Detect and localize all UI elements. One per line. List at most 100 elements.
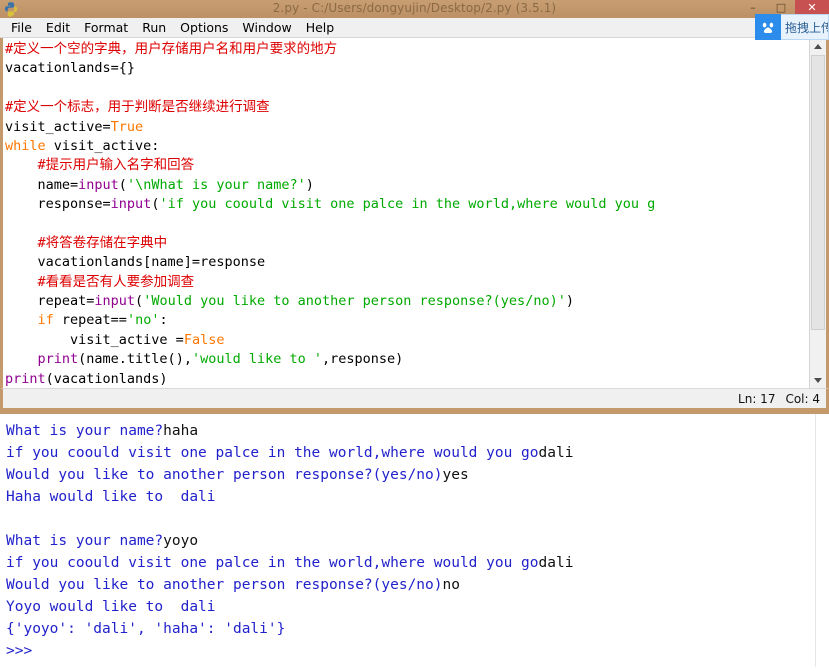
shell-line: {'yoyo': 'dali', 'haha': 'dali'} xyxy=(6,618,815,640)
code-token-plain: repeat== xyxy=(53,312,127,329)
code-token-string: 'would like to ' xyxy=(191,351,322,368)
title-bar[interactable]: 2.py - C:/Users/dongyujin/Desktop/2.py (… xyxy=(0,0,829,18)
scroll-down-arrow[interactable] xyxy=(810,372,826,388)
code-token-plain: vacationlands[name]=response xyxy=(5,254,266,271)
code-token-plain: (name.title(), xyxy=(78,351,192,368)
code-token-plain: ( xyxy=(135,293,144,310)
code-editor[interactable]: #定义一个空的字典，用户存储用户名和用户要求的地方 vacationlands={… xyxy=(3,38,809,388)
code-line: vacationlands[name]=response xyxy=(5,253,809,272)
line-indicator: Ln: 17 xyxy=(738,391,776,406)
shell-prompt-text: What is your name? xyxy=(6,423,164,439)
shell-vertical-scrollbar[interactable] xyxy=(815,414,829,667)
code-line: print(name.title(),'would like to ',resp… xyxy=(5,350,809,369)
code-token-comment: #看看是否有人要参加调查 xyxy=(5,273,195,290)
code-line: while visit_active: xyxy=(5,137,809,156)
code-line: #定义一个空的字典，用户存储用户名和用户要求的地方 xyxy=(5,40,809,59)
shell-line: Would you like to another person respons… xyxy=(6,464,815,486)
code-token-plain: name= xyxy=(5,176,79,193)
shell-line: if you coould visit one palce in the wor… xyxy=(6,552,815,574)
window-title: 2.py - C:/Users/dongyujin/Desktop/2.py (… xyxy=(272,1,557,15)
shell-user-input: yes xyxy=(442,467,469,483)
code-line: #提示用户输入名字和回答 xyxy=(5,156,809,175)
code-token-plain: visit_active: xyxy=(45,137,160,154)
netdisk-upload-widget[interactable]: 拖拽上传 xyxy=(755,14,829,40)
shell-line: if you coould visit one palce in the wor… xyxy=(6,442,815,464)
menu-item-edit[interactable]: Edit xyxy=(39,19,77,37)
minimize-button[interactable]: – xyxy=(739,0,767,14)
shell-user-input: dali xyxy=(538,445,574,461)
code-token-plain: visit_active = xyxy=(5,331,184,348)
code-line: #看看是否有人要参加调查 xyxy=(5,273,809,292)
shell-prompt-text: if you coould visit one palce in the wor… xyxy=(6,445,539,461)
menu-item-file[interactable]: File xyxy=(4,19,39,37)
editor-status-bar: Ln: 17 Col: 4 xyxy=(0,388,829,408)
code-line: name=input('\nWhat is your name?') xyxy=(5,176,809,195)
editor-pane: #定义一个空的字典，用户存储用户名和用户要求的地方 vacationlands={… xyxy=(0,38,829,388)
shell-user-input: haha xyxy=(163,423,199,439)
code-text[interactable]: #定义一个空的字典，用户存储用户名和用户要求的地方 vacationlands={… xyxy=(3,38,809,388)
code-token-builtin: input xyxy=(110,196,152,213)
shell-line: Would you like to another person respons… xyxy=(6,574,815,596)
code-line: response=input('if you coould visit one … xyxy=(5,195,809,214)
code-token-string: 'if you coould visit one palce in the wo… xyxy=(159,196,656,213)
code-token-comment: #定义一个空的字典，用户存储用户名和用户要求的地方 xyxy=(5,41,338,57)
code-token-string: 'Would you like to another person respon… xyxy=(143,293,566,310)
code-line: if repeat=='no': xyxy=(5,311,809,330)
code-token-keyword: False xyxy=(183,331,225,348)
shell-user-input: yoyo xyxy=(163,533,199,549)
scroll-up-arrow[interactable] xyxy=(810,38,826,54)
menu-item-format[interactable]: Format xyxy=(77,19,135,37)
code-token-plain: ) xyxy=(305,176,314,193)
code-token-plain: vacationlands={} xyxy=(5,60,136,77)
shell-prompt-text: if you coould visit one palce in the wor… xyxy=(6,555,539,571)
code-line: print(vacationlands) xyxy=(5,370,809,388)
code-token-plain: ( xyxy=(118,176,127,193)
code-token-comment: #将答卷存储在字典中 xyxy=(5,234,168,251)
shell-output[interactable]: What is your name?haha if you coould visi… xyxy=(0,414,815,667)
shell-line: What is your name?yoyo xyxy=(6,530,815,552)
close-button[interactable]: ✕ xyxy=(795,0,829,15)
shell-prompt-text: Yoyo would like to dali xyxy=(6,599,216,615)
code-token-keyword: if xyxy=(37,312,54,329)
menu-item-run[interactable]: Run xyxy=(135,19,173,37)
code-token-comment: #定义一个标志，用于判断是否继续进行调查 xyxy=(5,99,270,116)
code-token-plain: ) xyxy=(565,293,574,310)
code-token-keyword: while xyxy=(5,137,46,154)
code-token-plain: response= xyxy=(5,196,111,213)
menu-item-window[interactable]: Window xyxy=(235,19,298,37)
column-indicator: Col: 4 xyxy=(785,391,820,406)
shell-line: Haha would like to dali xyxy=(6,486,815,508)
code-token-keyword: True xyxy=(110,118,144,135)
idle-window: 2.py - C:/Users/dongyujin/Desktop/2.py (… xyxy=(0,0,829,671)
code-token-builtin: print xyxy=(5,370,46,387)
editor-vertical-scrollbar[interactable] xyxy=(809,38,826,388)
code-token-comment: #提示用户输入名字和回答 xyxy=(5,157,195,174)
maximize-button[interactable]: □ xyxy=(767,0,795,14)
shell-prompt-text: Haha would like to dali xyxy=(6,489,216,505)
code-token-plain: repeat= xyxy=(5,293,95,310)
shell-user-input: dali xyxy=(538,555,574,571)
netdisk-upload-label[interactable]: 拖拽上传 xyxy=(781,14,829,40)
shell-prompt-text: Would you like to another person respons… xyxy=(6,577,443,593)
editor-scroll-thumb[interactable] xyxy=(811,55,825,330)
shell-prompt-text: >>> xyxy=(6,643,33,659)
code-token-string: '\nWhat is your name?' xyxy=(126,176,306,193)
code-token-builtin: print xyxy=(37,351,79,368)
shell-prompt-text: What is your name? xyxy=(6,533,164,549)
code-line: repeat=input('Would you like to another … xyxy=(5,292,809,311)
menu-item-options[interactable]: Options xyxy=(173,19,235,37)
code-token-plain: (vacationlands) xyxy=(45,370,168,387)
shell-prompt-text: {'yoyo': 'dali', 'haha': 'dali'} xyxy=(6,621,286,637)
shell-pane: What is your name?haha if you coould visi… xyxy=(0,414,829,667)
code-token-plain: visit_active= xyxy=(5,118,111,135)
shell-line: >>> xyxy=(6,640,815,662)
code-line: #将答卷存储在字典中 xyxy=(5,234,809,253)
shell-user-input: no xyxy=(442,577,460,593)
baidu-netdisk-icon[interactable] xyxy=(755,14,781,40)
menu-item-help[interactable]: Help xyxy=(299,19,342,37)
